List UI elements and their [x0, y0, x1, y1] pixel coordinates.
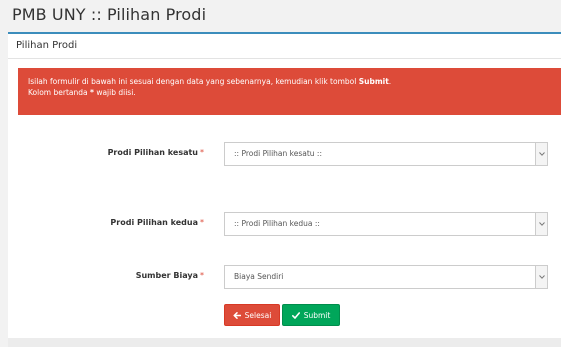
prodi-2-select[interactable]: :: Prodi Pilihan kedua ::: [224, 212, 548, 236]
required-mark: *: [200, 218, 204, 227]
form-row-sumber-biaya: Sumber Biaya * Biaya Sendiri: [8, 265, 561, 289]
chevron-down-icon[interactable]: [535, 266, 547, 288]
selesai-button[interactable]: Selesai: [224, 304, 280, 326]
selesai-button-label: Selesai: [244, 310, 272, 320]
sumber-biaya-label-text: Sumber Biaya: [135, 271, 198, 280]
required-mark: *: [200, 148, 204, 157]
alert-line-1-end: .: [388, 77, 392, 86]
alert-line-1-text: Isilah formulir di bawah ini sesuai deng…: [28, 77, 359, 86]
arrow-left-icon: [233, 311, 241, 319]
prodi-1-selected-value: :: Prodi Pilihan kesatu ::: [234, 149, 322, 158]
prodi-2-label-text: Prodi Pilihan kedua: [110, 218, 198, 227]
alert-line-2-end: wajib diisi.: [93, 88, 136, 97]
alert-line-1-bold: Submit: [358, 77, 389, 86]
check-icon: [291, 311, 300, 319]
prodi-2-selected-value: :: Prodi Pilihan kedua ::: [234, 219, 320, 228]
chevron-down-icon[interactable]: [535, 213, 547, 235]
sumber-biaya-selected-value: Biaya Sendiri: [234, 272, 284, 281]
panel-title: Pilihan Prodi: [8, 34, 561, 59]
prodi-2-label: Prodi Pilihan kedua *: [110, 218, 204, 227]
prodi-1-select[interactable]: :: Prodi Pilihan kesatu ::: [224, 142, 548, 166]
required-mark: *: [200, 271, 204, 280]
alert-line-2: Kolom bertanda * wajib diisi.: [28, 87, 561, 98]
sumber-biaya-label: Sumber Biaya *: [136, 271, 204, 280]
submit-button-label: Submit: [303, 310, 331, 320]
submit-button[interactable]: Submit: [282, 304, 340, 326]
alert-line-2-start: Kolom bertanda: [28, 88, 90, 97]
page-title: PMB UNY :: Pilihan Prodi: [12, 5, 207, 24]
form-row-prodi-1: Prodi Pilihan kesatu * :: Prodi Pilihan k…: [8, 142, 561, 166]
prodi-1-label: Prodi Pilihan kesatu *: [108, 148, 204, 157]
page-footer-shade: [8, 338, 561, 347]
info-alert: Isilah formulir di bawah ini sesuai deng…: [18, 68, 561, 115]
chevron-down-icon[interactable]: [535, 143, 547, 165]
sumber-biaya-select[interactable]: Biaya Sendiri: [224, 265, 548, 289]
prodi-1-label-text: Prodi Pilihan kesatu: [107, 148, 198, 157]
alert-line-1: Isilah formulir di bawah ini sesuai deng…: [28, 76, 561, 87]
form-row-prodi-2: Prodi Pilihan kedua * :: Prodi Pilihan ke…: [8, 212, 561, 236]
form-panel: Pilihan Prodi Isilah formulir di bawah i…: [8, 32, 561, 338]
